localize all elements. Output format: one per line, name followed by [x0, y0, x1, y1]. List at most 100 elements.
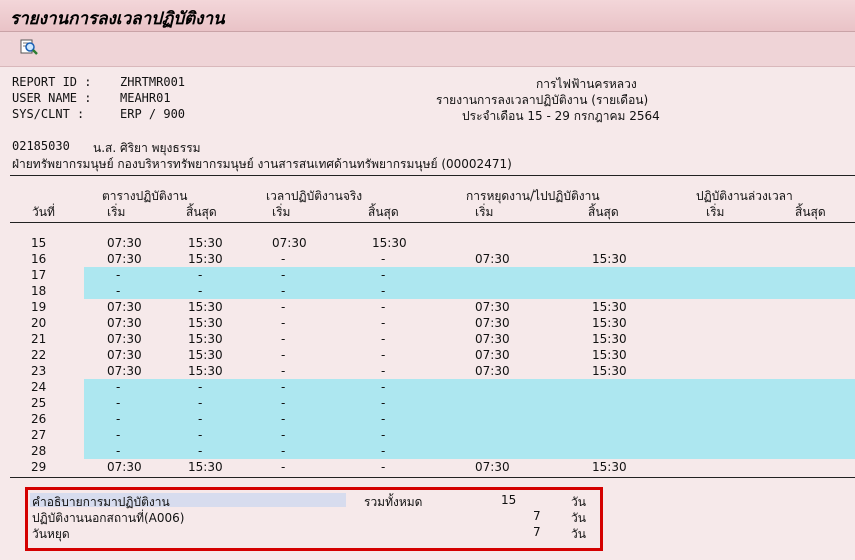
cell-s1: 07:30 — [107, 460, 142, 474]
cell-day: 27 — [31, 428, 47, 442]
cell-s2: 07:30 — [272, 236, 307, 250]
cell-e1: 15:30 — [188, 300, 223, 314]
cell-e2: - — [381, 444, 386, 458]
table-row: 21 07:30 15:30 - - 07:30 15:30 — [10, 331, 855, 347]
cell-s1: - — [116, 444, 121, 458]
summary-box: คำอธิบายการมาปฏิบัติงาน รวมทั้งหมด 15 วั… — [25, 487, 603, 551]
cell-s3: 07:30 — [475, 364, 510, 378]
table-row: 27 - - - - — [10, 427, 855, 443]
cell-e1: 15:30 — [188, 348, 223, 362]
cell-s2: - — [281, 444, 286, 458]
cell-e2: - — [381, 380, 386, 394]
search-icon[interactable] — [20, 38, 38, 56]
cell-day: 20 — [31, 316, 47, 330]
cell-e1: - — [198, 284, 203, 298]
cell-e2: - — [381, 252, 386, 266]
report-id-value: ZHRTMR001 — [120, 75, 186, 89]
cell-s2: - — [281, 284, 286, 298]
header-actual-start: เริ่ม — [272, 205, 291, 219]
cell-s2: - — [281, 300, 286, 314]
cell-e1: - — [198, 428, 203, 442]
header-overtime-end: สิ้นสุด — [795, 205, 826, 219]
table-row: 23 07:30 15:30 - - 07:30 15:30 — [10, 363, 855, 379]
user-name-value: MEAHR01 — [120, 91, 171, 105]
cell-e2: - — [381, 412, 386, 426]
cell-e2: - — [381, 332, 386, 346]
cell-e2: - — [381, 364, 386, 378]
cell-e2: - — [381, 396, 386, 410]
cell-day: 16 — [31, 252, 47, 266]
divider-header — [10, 222, 855, 223]
cell-s2: - — [281, 348, 286, 362]
cell-e1: 15:30 — [188, 460, 223, 474]
report-id-label: REPORT ID : — [12, 75, 92, 89]
cell-e1: - — [198, 268, 203, 282]
divider-bottom — [10, 477, 855, 478]
cell-s2: - — [281, 396, 286, 410]
header-schedule-end: สิ้นสุด — [186, 205, 217, 219]
cell-s1: 07:30 — [107, 332, 142, 346]
table-row: 24 - - - - — [10, 379, 855, 395]
table-row: 17 - - - - — [10, 267, 855, 283]
table-row: 16 07:30 15:30 - - 07:30 15:30 — [10, 251, 855, 267]
cell-s3: 07:30 — [475, 252, 510, 266]
cell-e2: - — [381, 284, 386, 298]
table-row: 15 07:30 15:30 07:30 15:30 — [10, 235, 855, 251]
cell-day: 25 — [31, 396, 47, 410]
toolbar — [0, 32, 855, 67]
sys-clnt-label: SYS/CLNT : — [12, 107, 85, 121]
table-row: 26 - - - - — [10, 411, 855, 427]
report-content: REPORT ID : ZHRTMR001 USER NAME : MEAHR0… — [0, 67, 855, 560]
cell-s1: 07:30 — [107, 348, 142, 362]
cell-day: 26 — [31, 412, 47, 426]
cell-e3: 15:30 — [592, 332, 627, 346]
cell-e1: 15:30 — [188, 332, 223, 346]
cell-day: 15 — [31, 236, 47, 250]
cell-e3: 15:30 — [592, 316, 627, 330]
employee-id: 02185030 — [12, 139, 70, 153]
cell-s1: - — [116, 284, 121, 298]
cell-s2: - — [281, 252, 286, 266]
cell-s1: 07:30 — [107, 252, 142, 266]
cell-e1: - — [198, 412, 203, 426]
summary-line1-value: 15 — [501, 493, 517, 507]
cell-s2: - — [281, 428, 286, 442]
cell-s1: - — [116, 380, 121, 394]
cell-e1: 15:30 — [188, 252, 223, 266]
cell-e2: - — [381, 300, 386, 314]
cell-e2: - — [381, 268, 386, 282]
cell-s3: 07:30 — [475, 348, 510, 362]
header-schedule-start: เริ่ม — [107, 205, 126, 219]
cell-s1: 07:30 — [107, 236, 142, 250]
cell-e1: 15:30 — [188, 236, 223, 250]
cell-e2: - — [381, 460, 386, 474]
cell-e1: 15:30 — [188, 364, 223, 378]
header-day: วันที่ — [32, 205, 55, 219]
cell-e1: 15:30 — [188, 316, 223, 330]
cell-s2: - — [281, 460, 286, 474]
cell-e3: 15:30 — [592, 364, 627, 378]
cell-day: 29 — [31, 460, 47, 474]
cell-e3: 15:30 — [592, 252, 627, 266]
cell-e2: - — [381, 348, 386, 362]
cell-day: 17 — [31, 268, 47, 282]
cell-day: 22 — [31, 348, 47, 362]
header-actual-end: สิ้นสุด — [368, 205, 399, 219]
summary-line2-value: 7 — [533, 509, 541, 523]
summary-line3-unit: วัน — [571, 527, 586, 541]
cell-day: 18 — [31, 284, 47, 298]
table-row: 28 - - - - — [10, 443, 855, 459]
cell-day: 28 — [31, 444, 47, 458]
cell-e1: - — [198, 444, 203, 458]
employee-department: ฝ่ายทรัพยากรมนุษย์ กองบริหารทรัพยากรมนุษ… — [12, 157, 512, 171]
summary-line3-value: 7 — [533, 525, 541, 539]
cell-s1: - — [116, 396, 121, 410]
cell-day: 24 — [31, 380, 47, 394]
cell-day: 21 — [31, 332, 47, 346]
cell-e2: - — [381, 316, 386, 330]
cell-e3: 15:30 — [592, 348, 627, 362]
table-row: 18 - - - - — [10, 283, 855, 299]
cell-s2: - — [281, 268, 286, 282]
cell-s2: - — [281, 364, 286, 378]
header-overtime-start: เริ่ม — [706, 205, 725, 219]
